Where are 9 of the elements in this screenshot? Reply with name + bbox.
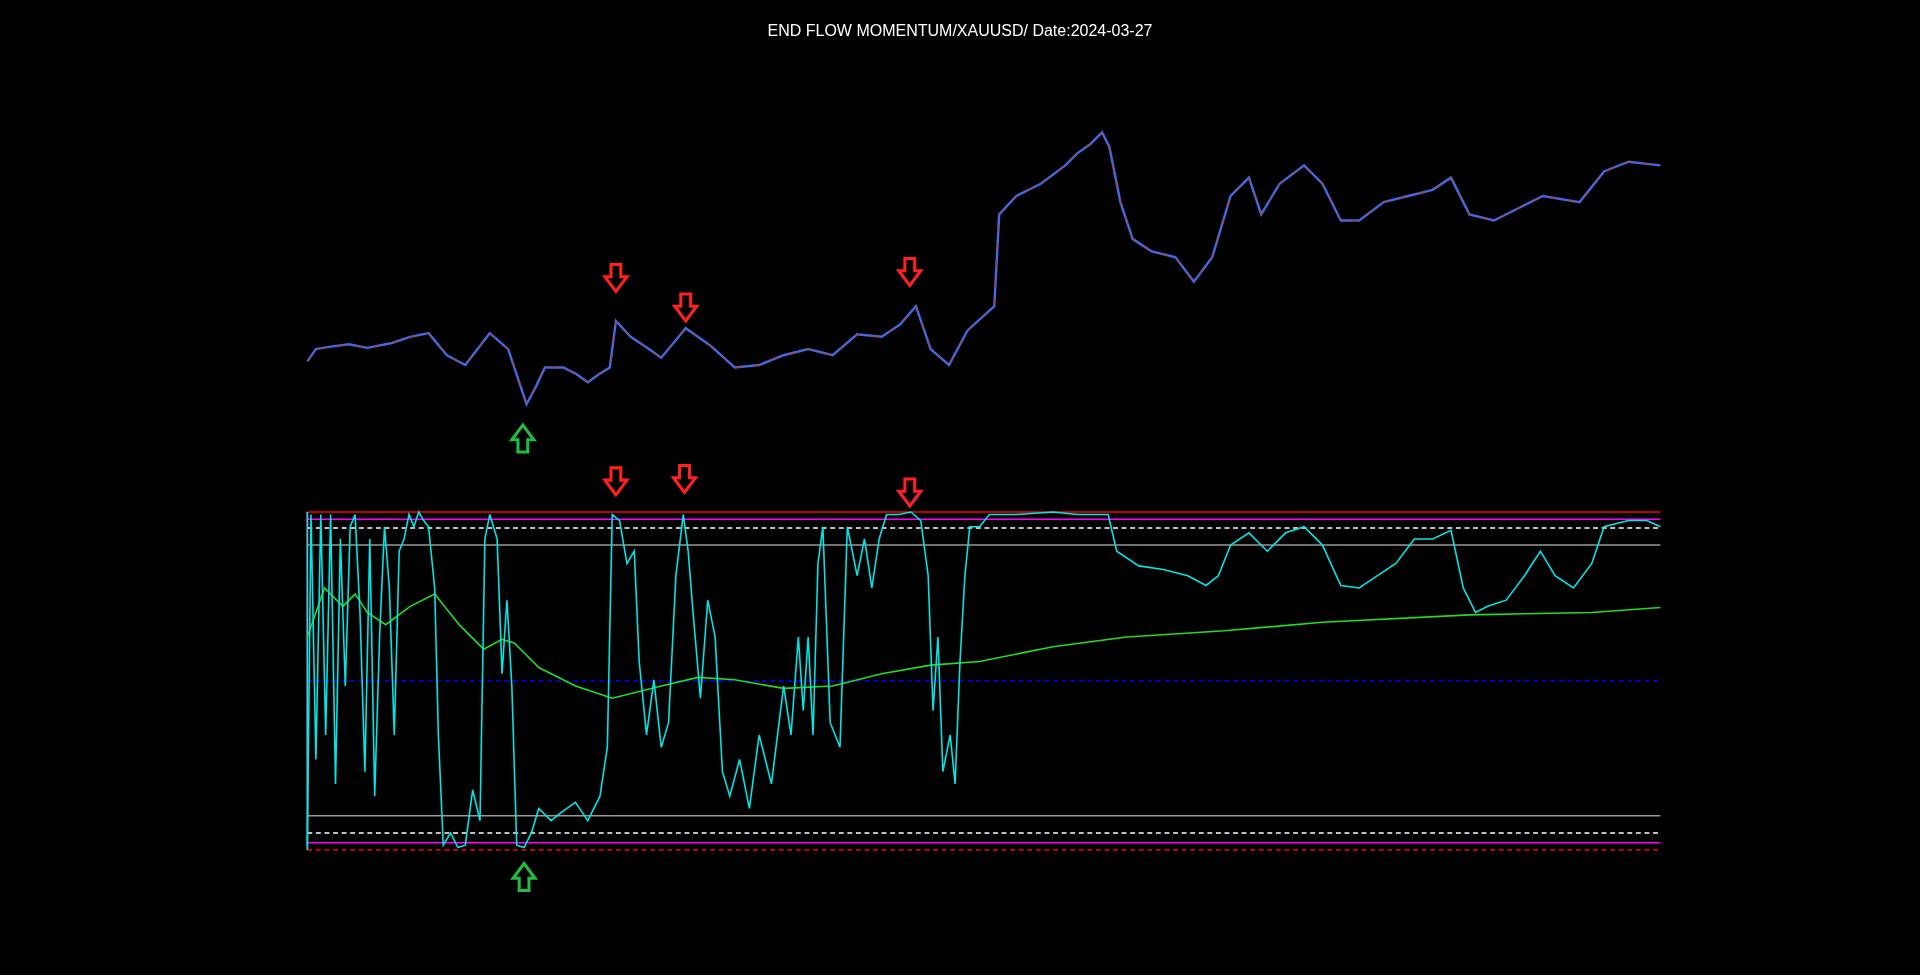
down-arrow-icon <box>670 463 699 495</box>
down-arrow-icon <box>601 466 630 498</box>
down-arrow-icon <box>895 477 924 509</box>
up-arrow-icon <box>510 861 539 892</box>
down-arrow-icon <box>601 263 630 295</box>
up-arrow-icon <box>508 422 537 454</box>
down-arrow-icon <box>895 256 924 288</box>
down-arrow-icon <box>671 292 700 324</box>
chart-title: END FLOW MOMENTUM/XAUUSD/ Date:2024-03-27 <box>766 22 1154 40</box>
